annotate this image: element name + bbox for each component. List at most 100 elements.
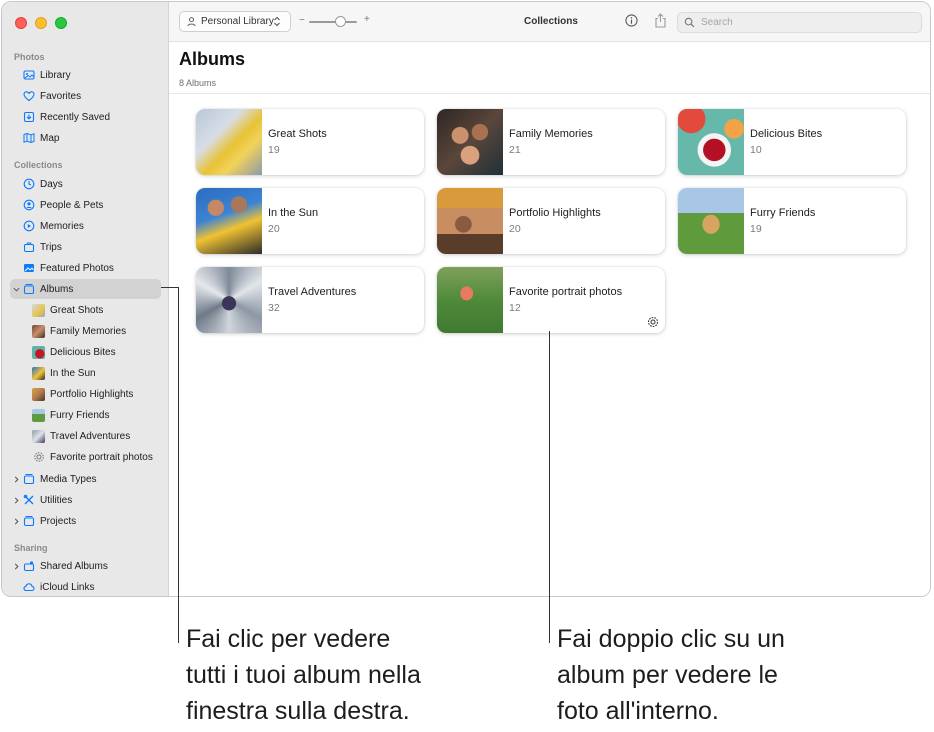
sidebar-album-favorite-portrait-photos[interactable]: Favorite portrait photos xyxy=(10,447,161,467)
album-card-in-the-sun[interactable]: In the Sun 20 xyxy=(196,188,424,254)
callout-left-line-3: finestra sulla destra. xyxy=(186,697,410,725)
album-name: Great Shots xyxy=(268,128,327,140)
chevron-right-icon[interactable] xyxy=(12,473,21,485)
album-photo-count: 19 xyxy=(268,144,280,156)
album-thumbnail xyxy=(32,366,45,380)
days-icon xyxy=(22,178,35,191)
library-icon xyxy=(22,69,35,82)
sidebar-item-utilities[interactable]: Utilities xyxy=(10,490,161,510)
window-title: Collections xyxy=(524,16,578,27)
sidebar-item-label: Featured Photos xyxy=(40,262,114,274)
album-cover xyxy=(437,267,503,333)
sidebar-item-favorites[interactable]: Favorites xyxy=(10,86,161,106)
callout-right-line xyxy=(549,331,550,643)
sidebar-item-label: Delicious Bites xyxy=(50,346,116,358)
info-icon[interactable] xyxy=(625,14,638,27)
person-icon xyxy=(187,17,196,27)
chevron-right-icon[interactable] xyxy=(12,560,21,572)
sidebar-item-projects[interactable]: Projects xyxy=(10,511,161,531)
album-cover xyxy=(196,109,262,175)
sidebar-item-library[interactable]: Library xyxy=(10,65,161,85)
sidebar-album-in-the-sun[interactable]: In the Sun xyxy=(10,363,161,383)
sidebar-album-great-shots[interactable]: Great Shots xyxy=(10,300,161,320)
callout-right-line-1: Fai doppio clic su un xyxy=(557,625,785,653)
sidebar-item-days[interactable]: Days xyxy=(10,174,161,194)
smart-album-gear-icon xyxy=(647,316,659,328)
sidebar-item-label: Travel Adventures xyxy=(50,430,131,442)
zoom-slider-track[interactable] xyxy=(309,21,357,23)
chevron-down-icon[interactable] xyxy=(12,283,21,295)
album-cover xyxy=(678,188,744,254)
chevron-right-icon[interactable] xyxy=(12,515,21,527)
sidebar-item-trips[interactable]: Trips xyxy=(10,237,161,257)
album-name: Furry Friends xyxy=(750,207,816,219)
suitcase-icon xyxy=(22,241,35,254)
chevron-right-icon[interactable] xyxy=(12,494,21,506)
toolbar: Personal Library − + Collections Search xyxy=(169,2,930,42)
zoom-slider-knob[interactable] xyxy=(335,16,346,27)
sidebar-item-map[interactable]: Map xyxy=(10,128,161,148)
callout-left-line xyxy=(178,287,179,643)
sidebar-item-memories[interactable]: Memories xyxy=(10,216,161,236)
album-card-furry-friends[interactable]: Furry Friends 19 xyxy=(678,188,906,254)
section-collections: Collections xyxy=(14,160,63,170)
close-button[interactable] xyxy=(15,17,27,29)
albums-icon xyxy=(22,283,35,296)
album-card-portfolio-highlights[interactable]: Portfolio Highlights 20 xyxy=(437,188,665,254)
album-count: 8 Albums xyxy=(179,78,217,88)
sidebar-item-label: Favorites xyxy=(40,90,82,102)
zoom-in-label[interactable]: + xyxy=(364,14,370,25)
photos-window: Photos Library Favorites Recently Saved … xyxy=(1,1,931,597)
folder-icon xyxy=(22,515,35,528)
library-selector-label: Personal Library xyxy=(201,16,274,27)
album-name: Delicious Bites xyxy=(750,128,823,140)
zoom-out-label[interactable]: − xyxy=(299,15,305,26)
callout-left-text: Fai clic per vedere tutti i tuoi album n… xyxy=(186,621,421,729)
album-card-delicious-bites[interactable]: Delicious Bites 10 xyxy=(678,109,906,175)
window-controls xyxy=(15,17,67,29)
sidebar-item-label: Media Types xyxy=(40,473,97,485)
album-card-travel-adventures[interactable]: Travel Adventures 32 xyxy=(196,267,424,333)
sidebar-item-featured-photos[interactable]: Featured Photos xyxy=(10,258,161,278)
sidebar-item-label: Utilities xyxy=(40,494,73,506)
sidebar-item-media-types[interactable]: Media Types xyxy=(10,469,161,489)
featured-photos-icon xyxy=(22,262,35,275)
zoom-button[interactable] xyxy=(55,17,67,29)
sidebar-item-people-pets[interactable]: People & Pets xyxy=(10,195,161,215)
album-cover xyxy=(437,188,503,254)
callout-left-line-1: Fai clic per vedere xyxy=(186,625,391,653)
recently-saved-icon xyxy=(22,111,35,124)
sidebar-item-albums[interactable]: Albums xyxy=(10,279,161,299)
share-icon[interactable] xyxy=(654,13,667,28)
album-card-favorite-portrait-photos[interactable]: Favorite portrait photos 12 xyxy=(437,267,665,333)
sidebar-album-family-memories[interactable]: Family Memories xyxy=(10,321,161,341)
sidebar-item-label: Great Shots xyxy=(50,304,104,316)
sidebar-item-label: Trips xyxy=(40,241,62,253)
sidebar-item-label: Projects xyxy=(40,515,77,527)
callout-left-connector xyxy=(161,287,179,288)
memories-icon xyxy=(22,220,35,233)
sidebar-album-delicious-bites[interactable]: Delicious Bites xyxy=(10,342,161,362)
shared-albums-icon xyxy=(22,560,35,573)
sidebar-album-travel-adventures[interactable]: Travel Adventures xyxy=(10,426,161,446)
album-photo-count: 20 xyxy=(268,223,280,235)
album-card-family-memories[interactable]: Family Memories 21 xyxy=(437,109,665,175)
sidebar-item-label: Map xyxy=(40,132,60,144)
sidebar-album-portfolio-highlights[interactable]: Portfolio Highlights xyxy=(10,384,161,404)
sidebar-item-label: Family Memories xyxy=(50,325,127,337)
sidebar-item-shared-albums[interactable]: Shared Albums xyxy=(10,556,161,576)
section-sharing: Sharing xyxy=(14,543,48,553)
cloud-link-icon xyxy=(22,581,35,594)
callout-right-line-3: foto all'interno. xyxy=(557,697,719,725)
sidebar-item-icloud-links[interactable]: iCloud Links xyxy=(10,577,161,596)
album-card-great-shots[interactable]: Great Shots 19 xyxy=(196,109,424,175)
album-photo-count: 32 xyxy=(268,302,280,314)
sidebar-item-label: Furry Friends xyxy=(50,409,110,421)
search-icon xyxy=(684,17,695,28)
sidebar-item-recently-saved[interactable]: Recently Saved xyxy=(10,107,161,127)
sidebar-album-furry-friends[interactable]: Furry Friends xyxy=(10,405,161,425)
sidebar-item-label: Library xyxy=(40,69,71,81)
search-field[interactable]: Search xyxy=(677,12,922,33)
library-selector[interactable]: Personal Library xyxy=(179,11,291,32)
minimize-button[interactable] xyxy=(35,17,47,29)
